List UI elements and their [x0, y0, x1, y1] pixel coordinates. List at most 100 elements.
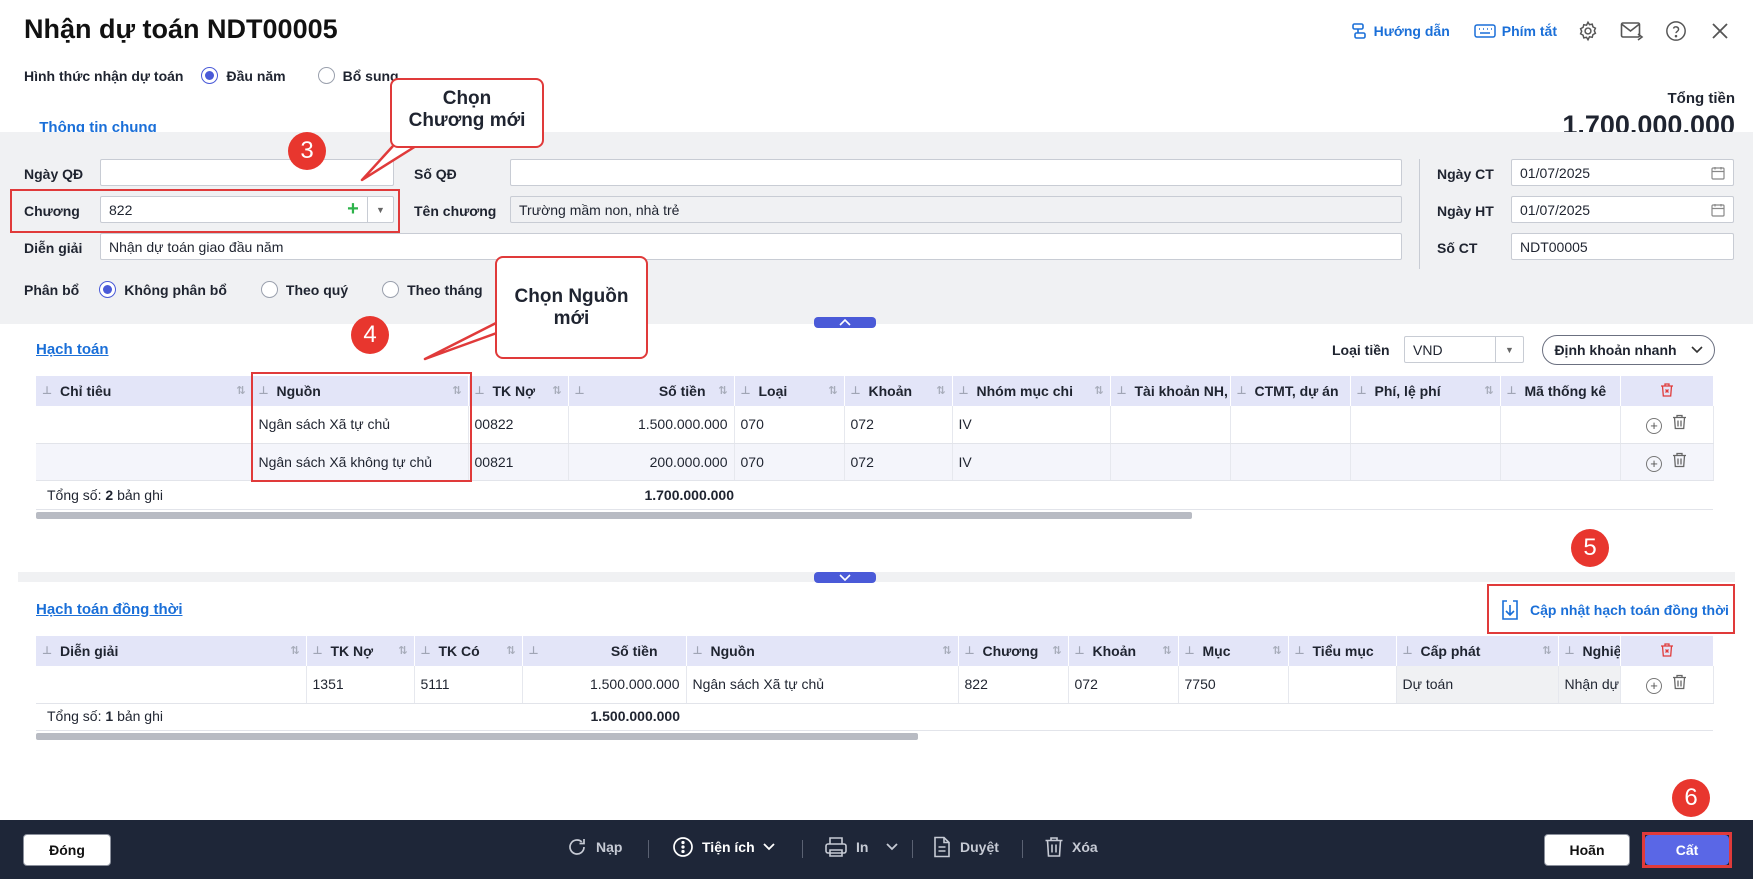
col-nghiep[interactable]: ⊥Nghiệp [1558, 636, 1621, 666]
reload-button[interactable]: Nạp [566, 836, 622, 858]
cell[interactable] [1350, 406, 1501, 444]
step-badge-5: 5 [1571, 529, 1609, 567]
radio-theo-thang[interactable]: Theo tháng [382, 281, 483, 298]
col-nguon[interactable]: ⊥ Nguồn ⇅ [686, 636, 959, 666]
trash-icon[interactable] [1672, 452, 1687, 468]
col-loai[interactable]: ⊥ Loại ⇅ [734, 376, 845, 406]
cell[interactable] [1230, 406, 1351, 444]
expand-toggle[interactable] [814, 572, 876, 583]
col-khoan[interactable]: ⊥ Khoản ⇅ [844, 376, 953, 406]
dien-giai-label: Diễn giải [24, 240, 83, 256]
radio-bo-sung[interactable]: Bổ sung [317, 67, 399, 84]
close-button[interactable] [1707, 18, 1733, 44]
dien-giai-input[interactable]: Nhận dự toán giao đầu năm [100, 233, 1402, 260]
cell[interactable]: 070 [734, 406, 845, 444]
approve-button[interactable]: Duyệt [932, 836, 999, 858]
cell[interactable]: 072 [844, 406, 953, 444]
send-mail-button[interactable] [1619, 18, 1645, 44]
cell[interactable]: 7750 [1178, 666, 1289, 704]
print-button[interactable]: In [824, 836, 899, 858]
hach-toan-title[interactable]: Hạch toán [36, 341, 109, 358]
cell[interactable]: 5111 [414, 666, 523, 704]
utility-button[interactable]: Tiện ích [672, 836, 775, 858]
calendar-icon[interactable] [1711, 166, 1725, 180]
col-phi-le-phi[interactable]: ⊥ Phí, lệ phí ⇅ [1350, 376, 1501, 406]
col-so-tien[interactable]: ⊥ Số tiền [522, 636, 687, 666]
cell[interactable]: Ngân sách Xã tự chủ [686, 666, 959, 704]
col-nhom-muc-chi[interactable]: ⊥ Nhóm mục chi ⇅ [952, 376, 1111, 406]
delete-all-icon[interactable] [1659, 382, 1675, 398]
cell[interactable] [1288, 666, 1397, 704]
delete-all-icon[interactable] [1659, 642, 1675, 658]
col-tieu-muc[interactable]: ⊥ Tiểu mục [1288, 636, 1397, 666]
cell[interactable] [1500, 406, 1621, 444]
dong-thoi-title[interactable]: Hạch toán đồng thời [36, 601, 182, 618]
settings-button[interactable] [1575, 18, 1601, 44]
cell[interactable]: 072 [844, 443, 953, 481]
cell[interactable]: 070 [734, 443, 845, 481]
col-ctmt-du-an[interactable]: ⊥ CTMT, dự án [1230, 376, 1351, 406]
cell[interactable]: 00822 [468, 406, 569, 444]
add-row-icon[interactable]: + [1646, 418, 1662, 435]
col-tk-no[interactable]: ⊥ TK Nợ ⇅ [468, 376, 569, 406]
col-dien-giai[interactable]: ⊥ Diễn giải ⇅ [36, 636, 307, 666]
guide-link[interactable]: Hướng dẫn [1350, 22, 1450, 40]
cell[interactable]: IV [952, 443, 1111, 481]
callout-text: Chương mới [408, 110, 526, 131]
cell[interactable]: 1.500.000.000 [568, 406, 735, 444]
radio-dau-nam[interactable]: Đầu năm [201, 67, 286, 84]
ngay-ct-input[interactable]: 01/07/2025 [1511, 159, 1734, 186]
delete-button[interactable]: Xóa [1044, 836, 1098, 858]
cell[interactable] [1350, 443, 1501, 481]
horizontal-scrollbar[interactable] [36, 733, 918, 740]
cell[interactable]: Nhận dự [1558, 666, 1621, 704]
quick-entry-button[interactable]: Định khoản nhanh [1542, 335, 1715, 365]
highlight-chuong [10, 189, 400, 233]
cell[interactable]: 200.000.000 [568, 443, 735, 481]
add-row-icon[interactable]: + [1646, 678, 1662, 695]
calendar-icon[interactable] [1711, 203, 1725, 217]
horizontal-scrollbar[interactable] [36, 512, 1192, 519]
cell[interactable]: 072 [1068, 666, 1179, 704]
col-cap-phat[interactable]: ⊥ Cấp phát ⇅ [1396, 636, 1559, 666]
cell[interactable]: 1351 [306, 666, 415, 704]
cancel-button[interactable]: Hoãn [1544, 834, 1630, 866]
cell[interactable] [1110, 406, 1231, 444]
cell[interactable]: 822 [958, 666, 1069, 704]
col-tai-khoan-nh[interactable]: ⊥ Tài khoản NH, [1110, 376, 1231, 406]
shortcut-link[interactable]: Phím tắt [1474, 23, 1557, 39]
col-so-tien[interactable]: ⊥ Số tiền ⇅ [568, 376, 735, 406]
col-tk-no[interactable]: ⊥ TK Nợ ⇅ [306, 636, 415, 666]
cell[interactable] [1230, 443, 1351, 481]
close-form-button[interactable]: Đóng [23, 834, 111, 866]
cell[interactable]: IV [952, 406, 1111, 444]
cell[interactable]: 1.500.000.000 [522, 666, 687, 704]
col-muc[interactable]: ⊥ Mục ⇅ [1178, 636, 1289, 666]
so-ct-input[interactable]: NDT00005 [1511, 233, 1734, 260]
cell[interactable] [36, 443, 253, 481]
cell[interactable] [36, 406, 253, 444]
cell[interactable]: Dự toán [1396, 666, 1559, 704]
col-chi-tieu[interactable]: ⊥ Chỉ tiêu ⇅ [36, 376, 253, 406]
help-button[interactable] [1663, 18, 1689, 44]
table-row[interactable]: 1351 5111 1.500.000.000 Ngân sách Xã tự … [36, 666, 1714, 704]
col-ma-thong-ke[interactable]: ⊥ Mã thống kê [1500, 376, 1621, 406]
cell[interactable] [1500, 443, 1621, 481]
cell[interactable] [1110, 443, 1231, 481]
col-chuong[interactable]: ⊥ Chương ⇅ [958, 636, 1069, 666]
currency-select[interactable]: VND ▼ [1404, 336, 1524, 363]
cell[interactable] [36, 666, 307, 704]
radio-theo-quy[interactable]: Theo quý [260, 281, 348, 298]
trash-icon[interactable] [1672, 674, 1687, 690]
hach-toan-summary: Tổng số: 2 bản ghi [47, 487, 163, 503]
ngay-ht-input[interactable]: 01/07/2025 [1511, 196, 1734, 223]
radio-khong-phan-bo[interactable]: Không phân bổ [99, 281, 227, 298]
add-row-icon[interactable]: + [1646, 455, 1662, 472]
ngay-qd-input[interactable] [100, 159, 394, 186]
col-khoan[interactable]: ⊥ Khoản ⇅ [1068, 636, 1179, 666]
so-qd-input[interactable] [510, 159, 1402, 186]
col-tk-co[interactable]: ⊥ TK Có ⇅ [414, 636, 523, 666]
cell[interactable]: 00821 [468, 443, 569, 481]
collapse-toggle[interactable] [814, 317, 876, 328]
trash-icon[interactable] [1672, 414, 1687, 430]
